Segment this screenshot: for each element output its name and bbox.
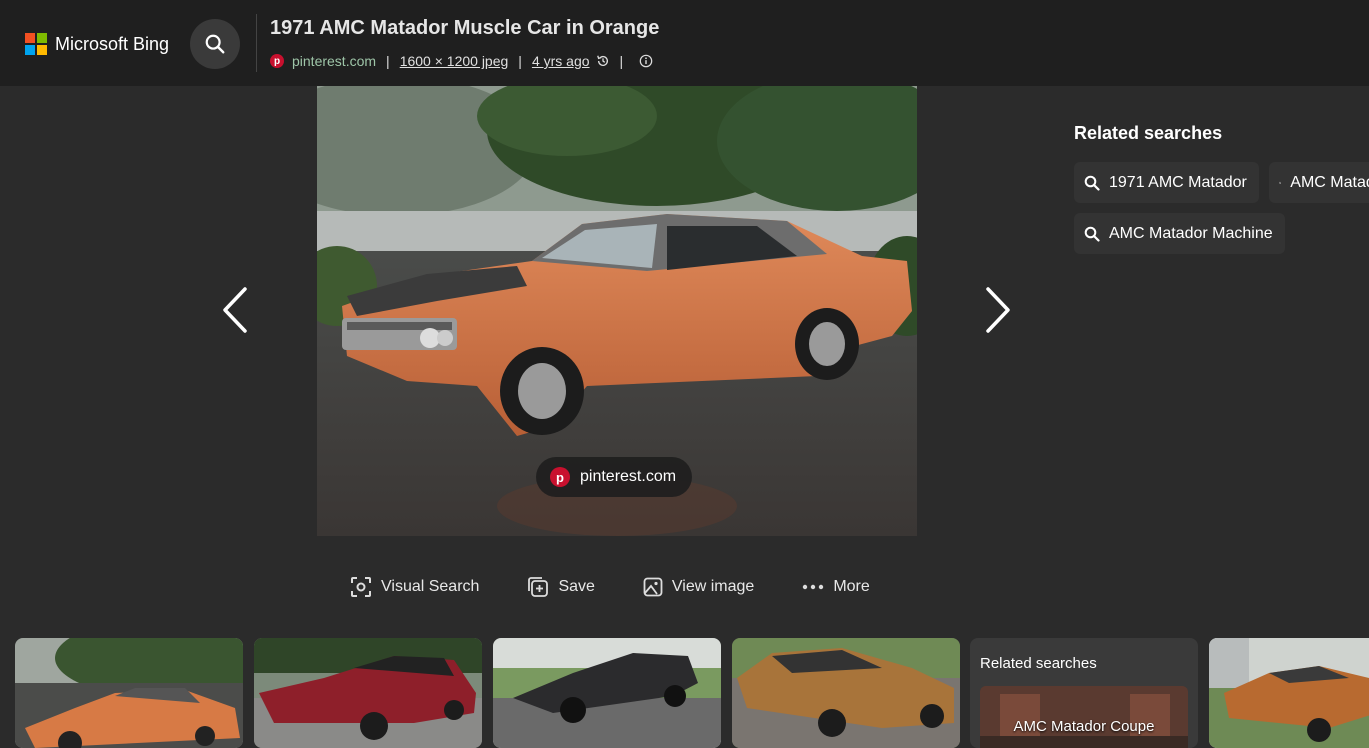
microsoft-logo-icon xyxy=(25,33,47,55)
next-image-button[interactable] xyxy=(983,286,1013,334)
related-chip-label: 1971 AMC Matador xyxy=(1109,173,1247,191)
logo-text: Microsoft Bing xyxy=(55,33,170,54)
related-chip[interactable]: 1971 AMC Matador xyxy=(1074,162,1259,203)
view-image-button[interactable]: View image xyxy=(643,577,754,597)
main-image[interactable]: p pinterest.com xyxy=(317,86,917,536)
image-meta: p pinterest.com | 1600 × 1200 jpeg | 4 y… xyxy=(270,53,653,69)
thumbnail-image xyxy=(15,638,243,748)
related-card-title: Related searches xyxy=(980,655,1097,672)
visual-search-button[interactable]: Visual Search xyxy=(350,576,479,598)
more-label: More xyxy=(833,578,870,595)
related-card-photo xyxy=(980,686,1188,748)
save-button[interactable]: Save xyxy=(527,576,595,598)
thumbnail-image xyxy=(732,638,960,748)
related-card-image[interactable]: AMC Matador Coupe xyxy=(980,686,1188,748)
search-icon xyxy=(1084,226,1100,242)
view-image-label: View image xyxy=(671,578,755,595)
thumbnail-black-matador[interactable] xyxy=(493,638,721,748)
more-button[interactable]: More xyxy=(802,578,870,596)
thumbnail-image xyxy=(254,638,482,748)
more-dots-icon xyxy=(803,584,824,590)
thumbnail-image xyxy=(1209,638,1369,748)
related-chip-label: AMC Matador xyxy=(1290,173,1369,191)
thumbnail-copper-matador[interactable] xyxy=(1209,638,1369,748)
related-chip[interactable]: AMC Matador Machine xyxy=(1074,213,1285,254)
info-icon[interactable] xyxy=(639,54,653,68)
chevron-left-icon xyxy=(223,287,247,333)
previous-image-button[interactable] xyxy=(220,286,250,334)
source-link[interactable]: pinterest.com xyxy=(292,53,376,69)
pinterest-icon: p xyxy=(550,467,570,487)
meta-separator: | xyxy=(518,53,522,69)
related-card-label: AMC Matador Coupe xyxy=(1013,718,1155,735)
meta-separator: | xyxy=(386,53,390,69)
related-searches-card[interactable]: Related searches AMC Matador Coupe xyxy=(970,638,1198,748)
search-icon xyxy=(205,34,225,54)
meta-separator: | xyxy=(619,53,624,69)
overlay-source-text: pinterest.com xyxy=(580,468,677,485)
image-icon xyxy=(643,577,663,597)
image-dimensions-link[interactable]: 1600 × 1200 jpeg xyxy=(400,53,509,69)
thumbnail-gold-matador[interactable] xyxy=(732,638,960,748)
related-searches-title: Related searches xyxy=(1074,123,1223,143)
thumbnail-strip: Related searches AMC Matador Coupe xyxy=(0,636,1369,748)
save-collection-icon xyxy=(528,577,549,597)
header-divider xyxy=(256,14,257,72)
search-button[interactable] xyxy=(190,19,240,69)
source-overlay-pill[interactable]: p pinterest.com xyxy=(536,457,693,497)
search-icon xyxy=(1084,175,1100,191)
search-icon xyxy=(1279,181,1282,184)
top-header: Microsoft Bing 1971 AMC Matador Muscle C… xyxy=(0,0,1369,86)
pinterest-icon: p xyxy=(270,54,284,68)
visual-search-label: Visual Search xyxy=(381,578,480,595)
visual-search-icon xyxy=(351,577,371,597)
bing-logo[interactable]: Microsoft Bing xyxy=(25,33,169,55)
chevron-right-icon xyxy=(986,287,1010,333)
thumbnail-red-matador[interactable] xyxy=(254,638,482,748)
image-actions-bar: Visual Search Save View image More xyxy=(350,576,870,598)
save-label: Save xyxy=(558,578,595,595)
thumbnail-image xyxy=(493,638,721,748)
image-age-link[interactable]: 4 yrs ago xyxy=(532,53,590,69)
image-title: 1971 AMC Matador Muscle Car in Orange xyxy=(270,17,660,39)
thumbnail-orange-matador[interactable] xyxy=(15,638,243,748)
related-chip-label: AMC Matador Machine xyxy=(1109,224,1273,242)
history-icon[interactable] xyxy=(596,54,610,68)
related-chip[interactable]: AMC Matador xyxy=(1269,162,1369,203)
